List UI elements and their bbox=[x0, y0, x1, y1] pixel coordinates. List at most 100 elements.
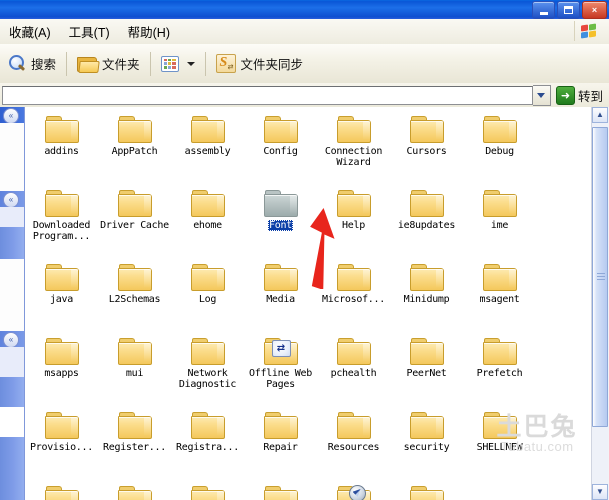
file-item-label: msapps bbox=[44, 368, 79, 379]
file-item-label: pchealth bbox=[330, 368, 377, 379]
title-bar: × bbox=[0, 0, 609, 20]
scroll-thumb[interactable] bbox=[592, 127, 608, 427]
file-item[interactable]: Microsof... bbox=[317, 259, 390, 333]
go-button[interactable]: ➜ 转到 bbox=[551, 85, 609, 105]
folder-sync-label: 文件夹同步 bbox=[240, 58, 304, 72]
task-pane-chevron-2[interactable]: « bbox=[3, 192, 19, 208]
file-item-label: Driver Cache bbox=[100, 220, 169, 231]
folder-icon bbox=[482, 337, 517, 365]
folder-icon bbox=[44, 337, 79, 365]
scroll-down-button[interactable]: ▼ bbox=[592, 484, 608, 500]
menu-help[interactable]: 帮助(H) bbox=[119, 20, 179, 43]
file-item[interactable] bbox=[98, 481, 171, 500]
file-item[interactable]: L2Schemas bbox=[98, 259, 171, 333]
menu-favorites[interactable]: 收藏(A) bbox=[0, 20, 60, 43]
file-item[interactable]: Minidump bbox=[390, 259, 463, 333]
close-button[interactable]: × bbox=[582, 1, 607, 19]
file-item[interactable]: Network Diagnostic bbox=[171, 333, 244, 407]
file-item[interactable]: AppPatch bbox=[98, 111, 171, 185]
file-item[interactable]: Connection Wizard bbox=[317, 111, 390, 185]
views-icon bbox=[160, 55, 179, 72]
folder-icon bbox=[44, 485, 79, 500]
file-item[interactable]: PeerNet bbox=[390, 333, 463, 407]
file-item[interactable]: mui bbox=[98, 333, 171, 407]
task-pane-collapsed[interactable]: « « « bbox=[0, 107, 25, 500]
task-pane-chevron-1[interactable]: « bbox=[3, 108, 19, 124]
file-item[interactable]: Font bbox=[244, 185, 317, 259]
file-item[interactable]: Provisio... bbox=[25, 407, 98, 481]
file-item[interactable]: java bbox=[25, 259, 98, 333]
file-item-label: Font bbox=[268, 220, 293, 231]
search-button[interactable]: 搜索 bbox=[0, 49, 64, 79]
file-item-label: ime bbox=[490, 220, 509, 231]
file-item[interactable]: ime bbox=[463, 185, 536, 259]
folder-sync-button[interactable]: S ⇄ 文件夹同步 bbox=[208, 49, 312, 79]
maximize-button[interactable] bbox=[557, 1, 580, 19]
folder-icon bbox=[263, 485, 298, 500]
minimize-button[interactable] bbox=[532, 1, 555, 19]
file-item-label: ehome bbox=[193, 220, 222, 231]
file-item[interactable]: Log bbox=[171, 259, 244, 333]
file-item[interactable]: Debug bbox=[463, 111, 536, 185]
folder-icon bbox=[190, 263, 225, 291]
views-button[interactable] bbox=[153, 49, 203, 79]
vertical-scrollbar[interactable]: ▲ ▼ bbox=[591, 107, 609, 500]
address-bar: ➜ 转到 bbox=[0, 83, 609, 108]
menu-bar: 收藏(A) 工具(T) 帮助(H) bbox=[0, 19, 609, 45]
file-item[interactable]: Register... bbox=[98, 407, 171, 481]
menu-tools[interactable]: 工具(T) bbox=[60, 20, 119, 43]
folder-icon bbox=[336, 115, 371, 143]
file-item[interactable]: SHELLNEW bbox=[463, 407, 536, 481]
file-item[interactable]: msapps bbox=[25, 333, 98, 407]
search-label: 搜索 bbox=[31, 58, 57, 72]
file-item[interactable]: Resources bbox=[317, 407, 390, 481]
folder-open-icon bbox=[77, 56, 100, 73]
file-item-label: Network Diagnostic bbox=[178, 368, 237, 390]
folders-button[interactable]: 文件夹 bbox=[69, 49, 148, 79]
file-item[interactable] bbox=[25, 481, 98, 500]
file-item[interactable]: msagent bbox=[463, 259, 536, 333]
address-input[interactable] bbox=[2, 85, 533, 105]
file-item[interactable]: security bbox=[390, 407, 463, 481]
scroll-track[interactable] bbox=[592, 123, 608, 484]
file-grid: addins AppPatch assembly Config Connection W… bbox=[25, 107, 580, 500]
file-item[interactable]: ehome bbox=[171, 185, 244, 259]
task-pane-body-2 bbox=[0, 207, 24, 227]
task-pane-chevron-3[interactable]: « bbox=[3, 332, 19, 348]
folder-ghost-icon bbox=[263, 189, 298, 217]
file-item[interactable]: Downloaded Program... bbox=[25, 185, 98, 259]
file-item-label: Provisio... bbox=[30, 442, 93, 453]
chevron-down-icon[interactable] bbox=[186, 61, 195, 66]
file-item[interactable]: Registra... bbox=[171, 407, 244, 481]
file-item[interactable]: addins bbox=[25, 111, 98, 185]
file-item[interactable] bbox=[244, 481, 317, 500]
file-item[interactable]: assembly bbox=[171, 111, 244, 185]
folder-icon bbox=[336, 189, 371, 217]
file-item[interactable]: Help bbox=[317, 185, 390, 259]
address-dropdown-button[interactable] bbox=[532, 84, 551, 106]
file-item[interactable]: Driver Cache bbox=[98, 185, 171, 259]
file-item-label: assembly bbox=[184, 146, 231, 157]
file-item[interactable]: ie8updates bbox=[390, 185, 463, 259]
file-item[interactable]: Config bbox=[244, 111, 317, 185]
file-item[interactable] bbox=[317, 481, 390, 500]
file-item[interactable]: Prefetch bbox=[463, 333, 536, 407]
file-item-label: Repair bbox=[263, 442, 298, 453]
file-item[interactable]: Cursors bbox=[390, 111, 463, 185]
file-item[interactable] bbox=[171, 481, 244, 500]
folder-icon bbox=[409, 189, 444, 217]
scroll-up-button[interactable]: ▲ bbox=[592, 107, 608, 123]
sync-letter: S bbox=[219, 55, 228, 70]
file-item[interactable] bbox=[390, 481, 463, 500]
file-item[interactable]: pchealth bbox=[317, 333, 390, 407]
file-item[interactable]: Repair bbox=[244, 407, 317, 481]
file-item[interactable]: Media bbox=[244, 259, 317, 333]
scroll-grip-icon bbox=[597, 273, 605, 281]
file-item[interactable]: ⇄ Offline Web Pages bbox=[244, 333, 317, 407]
file-item-label: PeerNet bbox=[406, 368, 447, 379]
file-list-view[interactable]: addins AppPatch assembly Config Connection W… bbox=[25, 107, 609, 500]
folder-icon bbox=[190, 189, 225, 217]
folder-icon bbox=[336, 337, 371, 365]
folder-icon bbox=[409, 115, 444, 143]
folder-icon bbox=[44, 411, 79, 439]
